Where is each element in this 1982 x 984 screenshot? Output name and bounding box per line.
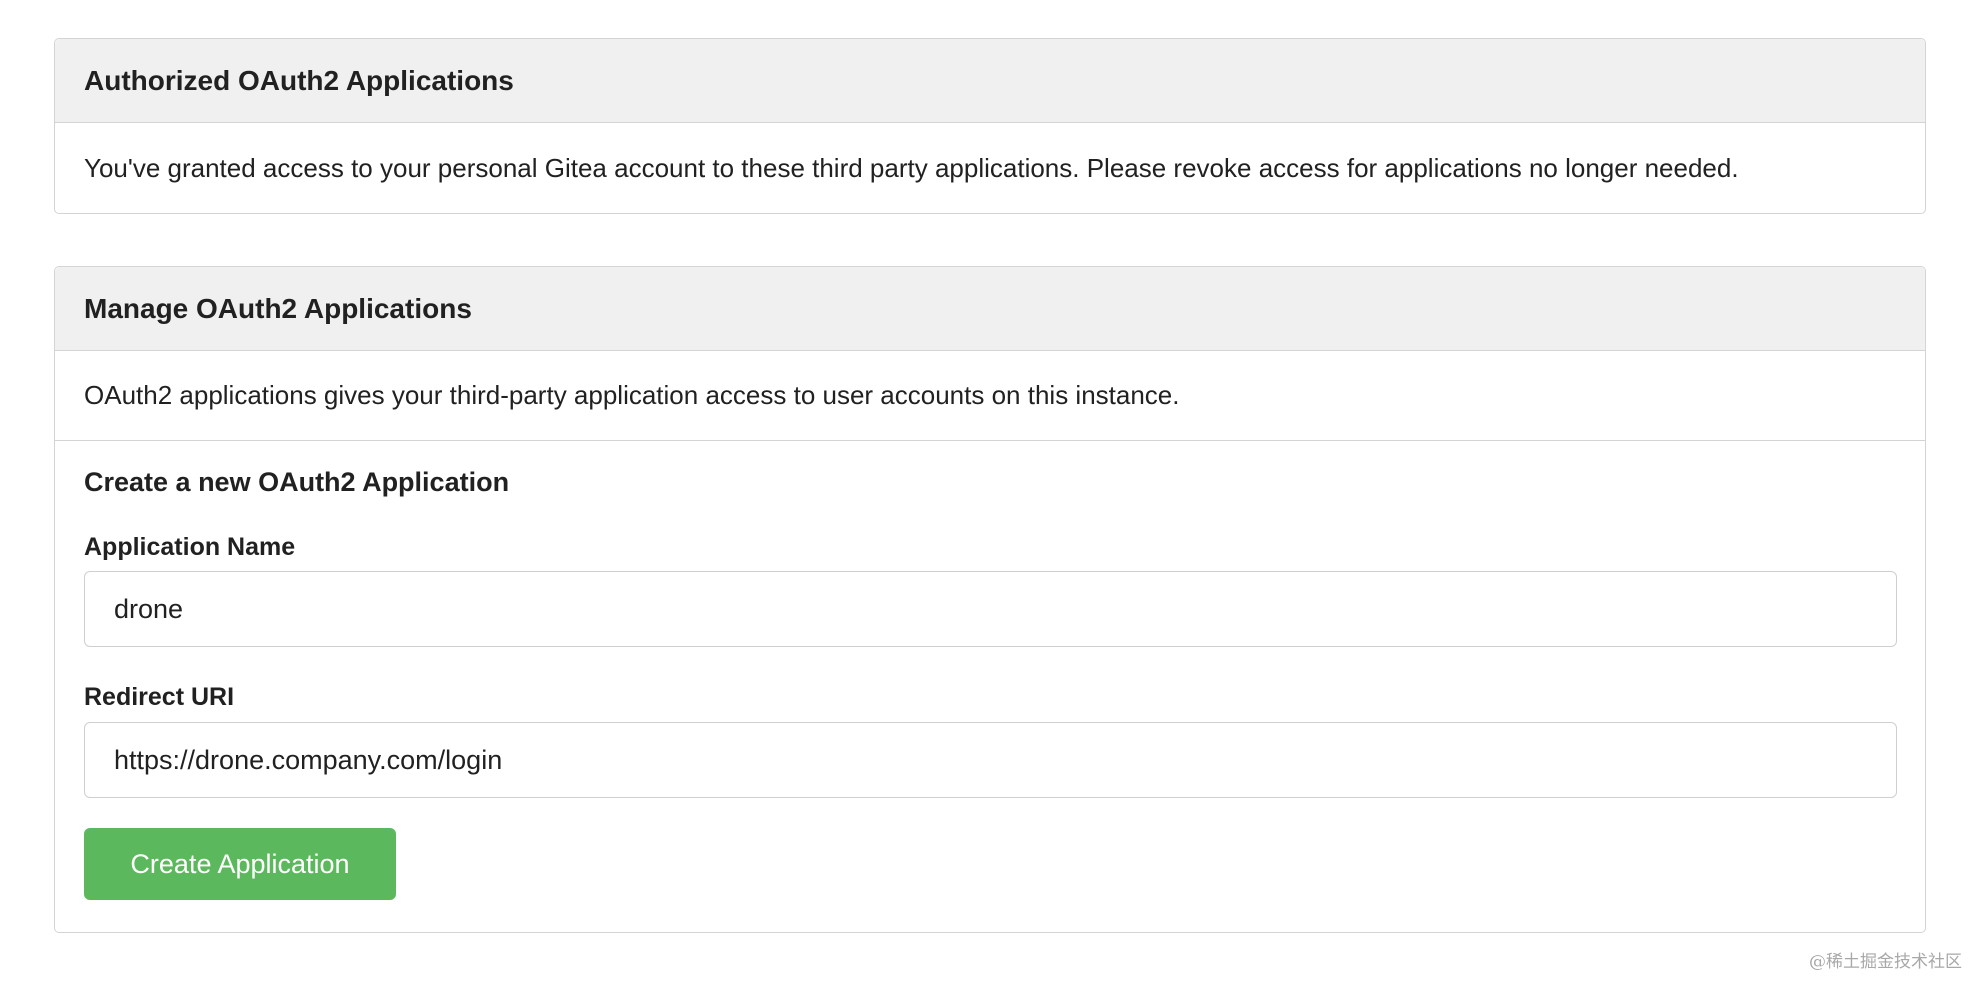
authorized-apps-panel: Authorized OAuth2 Applications You've gr…: [54, 38, 1926, 214]
create-application-button[interactable]: Create Application: [84, 828, 396, 900]
watermark: @稀土掘金技术社区: [1809, 952, 1962, 972]
oauth2-settings-page: Authorized OAuth2 Applications You've gr…: [0, 0, 1982, 984]
create-app-form-title: Create a new OAuth2 Application: [84, 467, 510, 497]
redirect-uri-input[interactable]: [84, 722, 1897, 798]
authorized-apps-description: You've granted access to your personal G…: [84, 152, 1739, 183]
redirect-uri-label: Redirect URI: [84, 683, 235, 711]
app-name-label: Application Name: [84, 533, 296, 561]
authorized-apps-title: Authorized OAuth2 Applications: [55, 39, 1925, 123]
app-name-input[interactable]: [84, 571, 1897, 647]
manage-apps-title: Manage OAuth2 Applications: [55, 267, 1925, 351]
manage-apps-panel: Manage OAuth2 Applications OAuth2 applic…: [54, 266, 1926, 933]
manage-apps-description: OAuth2 applications gives your third-par…: [55, 351, 1925, 441]
